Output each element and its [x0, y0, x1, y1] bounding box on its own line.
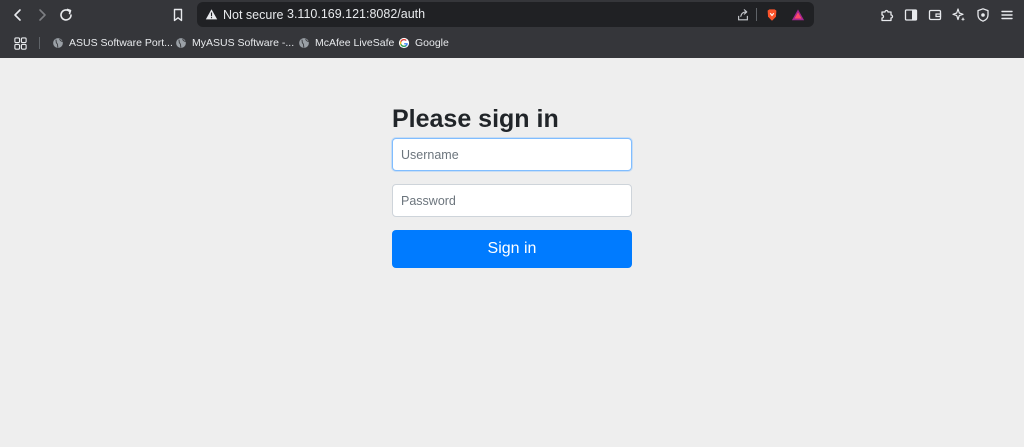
security-label: Not secure [223, 7, 284, 22]
menu-icon [1001, 10, 1013, 20]
bookmark-google[interactable]: Google [398, 33, 449, 53]
password-input[interactable] [392, 184, 632, 217]
bookmarks-bar: ASUS Software Port... MyASUS Software -.… [0, 31, 1024, 55]
bookmark-icon [173, 8, 183, 22]
share-button[interactable] [734, 6, 752, 24]
back-button[interactable] [6, 3, 30, 27]
username-input[interactable] [392, 138, 632, 171]
wallet-button[interactable] [923, 3, 947, 27]
apps-grid-icon [13, 36, 27, 50]
brave-rewards-icon [791, 9, 805, 21]
arrow-left-icon [14, 9, 21, 21]
vpn-button[interactable] [971, 3, 995, 27]
share-icon [738, 9, 748, 21]
reload-icon [60, 8, 72, 21]
sidebar-icon [904, 9, 918, 21]
signin-button[interactable]: Sign in [392, 230, 632, 268]
wallet-icon [928, 9, 942, 21]
bookmark-label: Google [415, 37, 449, 49]
omnibox-divider [756, 8, 757, 21]
globe-icon [176, 38, 186, 48]
forward-button[interactable] [30, 3, 54, 27]
vpn-shield-icon [977, 8, 989, 22]
brave-shield-icon [767, 9, 777, 21]
bookmarks-divider [39, 37, 40, 49]
google-icon [398, 37, 410, 49]
leo-ai-button[interactable] [947, 3, 971, 27]
browser-toolbar: Not secure 3.110.169.121:8082/auth [0, 0, 1024, 30]
url-text[interactable]: 3.110.169.121:8082/auth [287, 7, 425, 21]
browser-chrome: Not secure 3.110.169.121:8082/auth ASUS … [0, 0, 1024, 58]
reload-button[interactable] [54, 3, 78, 27]
sparkle-icon [952, 8, 965, 22]
bookmark-label: ASUS Software Port... [69, 37, 173, 49]
bookmark-mcafee-livesafe[interactable]: McAfee LiveSafe [298, 33, 394, 53]
apps-button[interactable] [10, 33, 30, 53]
address-bar[interactable]: Not secure 3.110.169.121:8082/auth [197, 2, 814, 27]
signin-heading: Please sign in [392, 105, 559, 133]
puzzle-icon [881, 9, 894, 22]
warning-triangle-icon [205, 9, 218, 20]
brave-rewards-button[interactable] [789, 6, 807, 24]
globe-icon [299, 38, 309, 48]
site-security-chip[interactable]: Not secure [201, 5, 287, 24]
arrow-right-icon [39, 9, 46, 21]
sidebar-button[interactable] [899, 3, 923, 27]
brave-shields-button[interactable] [763, 6, 781, 24]
extensions-button[interactable] [875, 3, 899, 27]
bookmark-page-button[interactable] [166, 3, 190, 27]
bookmark-myasus-software[interactable]: MyASUS Software -... [175, 33, 294, 53]
menu-button[interactable] [995, 3, 1019, 27]
bookmark-label: McAfee LiveSafe [315, 37, 395, 49]
bookmark-asus-software-portal[interactable]: ASUS Software Port... [52, 33, 173, 53]
bookmark-label: MyASUS Software -... [192, 37, 295, 49]
globe-icon [53, 38, 63, 48]
